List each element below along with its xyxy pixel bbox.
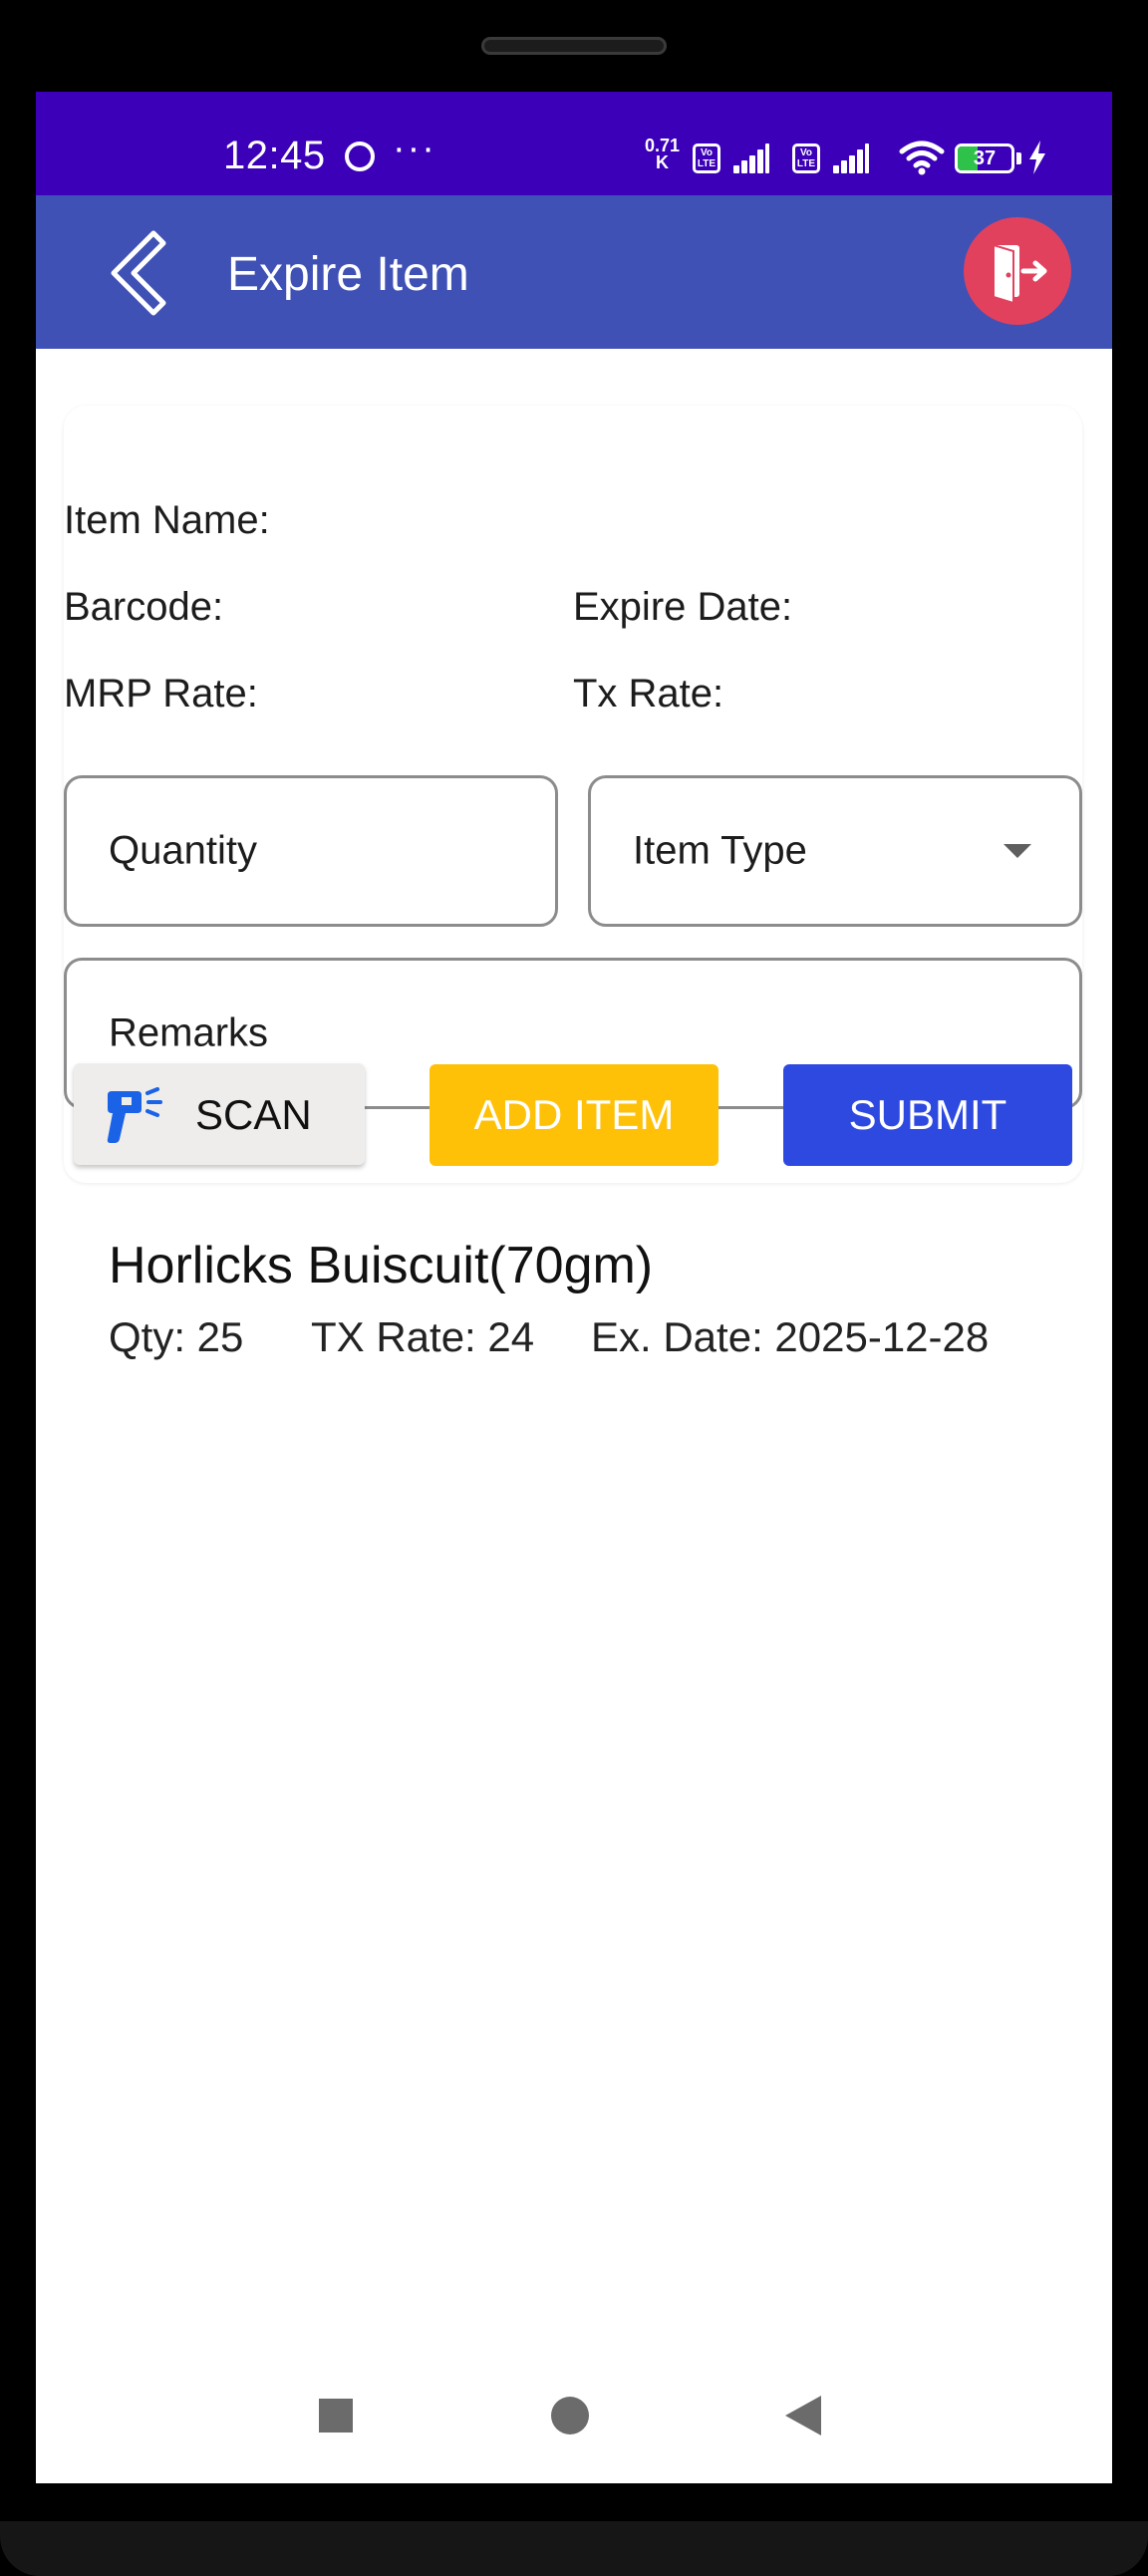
scan-label: SCAN [195, 1091, 312, 1138]
screen: 12:45 ··· 0.71 K Vo LTE Vo LTE 37 Expire… [36, 92, 1112, 2483]
battery-icon: 37 [955, 143, 1014, 173]
back-arrow-icon [111, 230, 166, 316]
submit-button[interactable]: SUBMIT [783, 1064, 1072, 1166]
item-qty: Qty: 25 [109, 1313, 244, 1360]
status-time: 12:45 [223, 134, 326, 177]
signal-icon [733, 143, 769, 173]
charging-bolt-icon [1029, 141, 1045, 174]
home-icon[interactable] [549, 2395, 591, 2436]
notification-face-icon [345, 142, 375, 171]
app-bar: Expire Item [36, 195, 1112, 349]
logout-button[interactable] [964, 217, 1071, 325]
net-speed-unit: K [656, 152, 670, 172]
item-name-label: Item Name: [64, 498, 270, 542]
expire-date-label: Expire Date: [573, 585, 793, 629]
barcode-scanner-icon [107, 1087, 162, 1143]
add-item-button[interactable]: ADD ITEM [430, 1064, 718, 1166]
logout-icon [993, 243, 1047, 305]
page-title: Expire Item [227, 248, 469, 301]
item-type-dropdown[interactable]: Item Type [588, 775, 1082, 927]
signal-icon [833, 143, 869, 173]
status-more: ··· [393, 128, 436, 169]
phone-frame: 12:45 ··· 0.71 K Vo LTE Vo LTE 37 Expire… [0, 0, 1148, 2576]
recent-apps-icon[interactable] [317, 2397, 355, 2434]
wifi-icon [899, 141, 945, 175]
back-nav-icon[interactable] [783, 2394, 823, 2437]
mrp-rate-label: MRP Rate: [64, 672, 258, 716]
quantity-input[interactable]: Quantity [64, 775, 558, 927]
net-speed: 0.71 K [645, 137, 680, 172]
volte-icon: Vo LTE [693, 143, 720, 173]
barcode-label: Barcode: [64, 585, 224, 629]
add-item-label: ADD ITEM [473, 1091, 675, 1138]
remarks-placeholder: Remarks [109, 1010, 269, 1055]
earpiece-speaker [481, 37, 667, 55]
battery-tip [1016, 152, 1021, 164]
submit-label: SUBMIT [848, 1091, 1007, 1138]
status-bar: 12:45 ··· 0.71 K Vo LTE Vo LTE 37 [36, 92, 1112, 195]
item-title: Horlicks Buiscuit(70gm) [109, 1237, 654, 1294]
item-expire-date: Ex. Date: 2025-12-28 [591, 1313, 990, 1360]
item-tx-rate: TX Rate: 24 [311, 1313, 535, 1360]
battery-level: 37 [973, 147, 997, 169]
item-type-placeholder: Item Type [633, 828, 807, 873]
tx-rate-label: Tx Rate: [573, 672, 724, 716]
chevron-down-icon [1004, 844, 1031, 858]
phone-chin [0, 2521, 1148, 2576]
scan-button[interactable]: SCAN [74, 1063, 365, 1165]
back-button[interactable] [94, 223, 193, 323]
volte-icon: Vo LTE [792, 143, 820, 173]
quantity-placeholder: Quantity [109, 828, 257, 873]
